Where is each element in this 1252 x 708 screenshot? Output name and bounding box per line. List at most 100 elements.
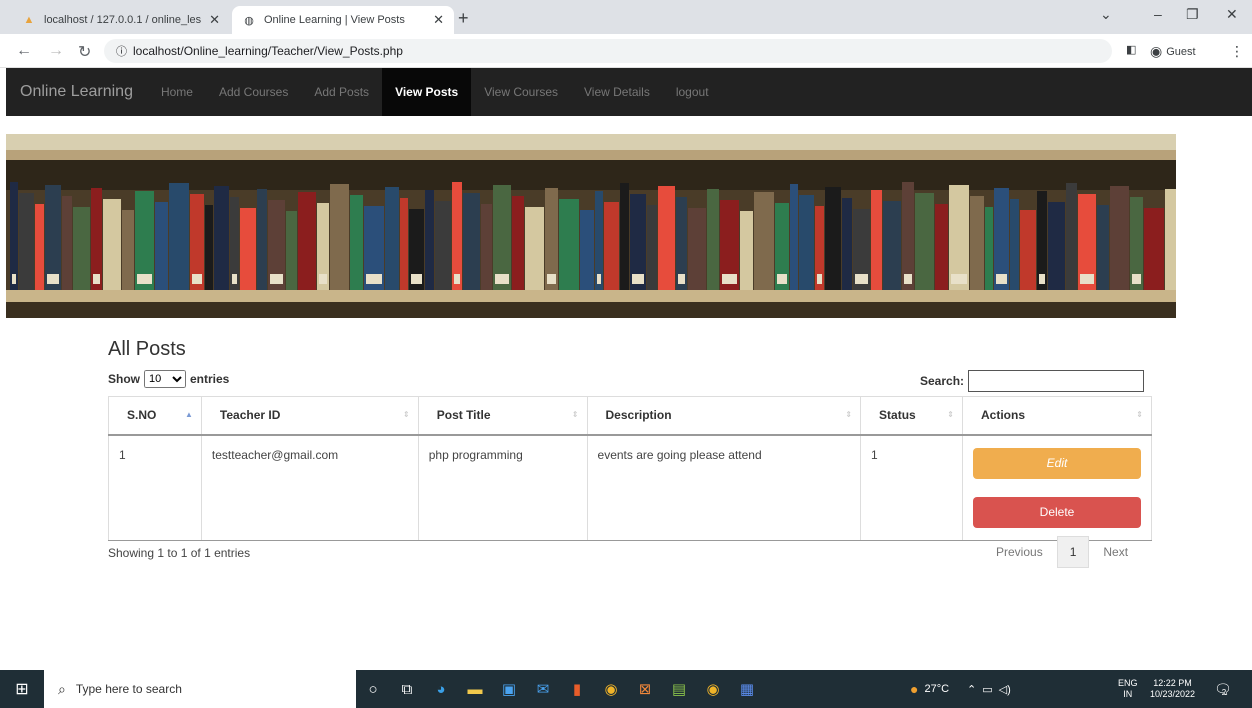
network-icon[interactable]: ▭ [982,683,992,696]
close-tab-icon[interactable]: ✕ [209,12,220,28]
cell-actions: Edit Delete [962,434,1152,541]
menu-kebab-icon[interactable]: ⋮ [1230,43,1244,60]
close-window-icon[interactable]: ✕ [1226,6,1238,23]
table-row: 1 testteacher@gmail.com php programming … [108,434,1152,541]
volume-icon[interactable]: ◁) [999,683,1011,696]
url-bar[interactable]: ⓘ localhost/Online_learning/Teacher/View… [104,39,1112,63]
sort-icon: ⇕ [947,410,954,419]
site-navbar: Online Learning Home Add Courses Add Pos… [6,68,1252,116]
cell-teacher-id: testteacher@gmail.com [200,434,419,541]
search-input[interactable] [968,370,1145,392]
cell-description: events are going please attend [586,434,861,541]
url-text: localhost/Online_learning/Teacher/View_P… [133,44,403,58]
close-tab-icon[interactable]: ✕ [433,12,444,28]
clock[interactable]: 12:22 PM 10/23/2022 [1150,670,1195,708]
tab-phpmyadmin[interactable]: ▲ localhost / 127.0.0.1 / online_les ✕ [12,6,230,34]
browser-tab-bar: ▲ localhost / 127.0.0.1 / online_les ✕ ◍… [0,0,1252,34]
cell-status: 1 [860,434,963,541]
nav-add-posts[interactable]: Add Posts [301,68,382,116]
previous-button[interactable]: Previous [986,536,1053,568]
globe-icon: ◍ [244,14,254,27]
nav-view-posts[interactable]: View Posts [382,68,472,116]
task-view-icon[interactable]: ⧉ [390,670,424,708]
table-info: Showing 1 to 1 of 1 entries [108,546,251,560]
address-bar-row: ← → ↻ ⓘ localhost/Online_learning/Teache… [0,34,1252,68]
store-icon[interactable]: ▣ [492,670,526,708]
column-header-sno[interactable]: S.NO ▲ [108,396,202,436]
next-button[interactable]: Next [1093,536,1138,568]
chrome-icon[interactable]: ◉ [594,670,628,708]
mail-icon[interactable]: ✉ [526,670,560,708]
back-icon[interactable]: ← [16,42,32,60]
tab-title: localhost / 127.0.0.1 / online_les [44,14,202,26]
bookshelf-banner-image [6,134,1176,318]
taskbar-search-placeholder: Type here to search [75,682,182,696]
column-header-teacher-id[interactable]: Teacher ID ⇕ [200,396,419,436]
reload-icon[interactable]: ↻ [78,42,91,62]
avatar-icon: ◉ [1150,43,1163,59]
tab-search-chevron-icon[interactable]: ⌄ [1100,6,1112,23]
show-label: Show [108,372,140,386]
search-icon: ⌕ [58,680,66,697]
column-header-post-title[interactable]: Post Title ⇕ [417,396,588,436]
windows-taskbar: ⊞ ⌕ Type here to search ○ ⧉ ◕ ▬ ▣ ✉ ▮ ◉ … [0,670,1252,708]
system-tray: ● 27°C ⌃ ▭ ◁) [910,670,1011,708]
windows-start-icon[interactable]: ⊞ [0,679,44,699]
brand-link[interactable]: Online Learning [6,83,148,101]
table-header-row: S.NO ▲ Teacher ID ⇕ Post Title ⇕ Descriptio… [108,396,1152,436]
phpmyadmin-icon: ▲ [23,14,35,26]
nav-logout[interactable]: logout [663,68,722,116]
cortana-icon[interactable]: ○ [356,670,390,708]
office-icon[interactable]: ▮ [560,670,594,708]
nav-view-details[interactable]: View Details [571,68,663,116]
minimize-icon[interactable]: – [1154,6,1162,22]
sort-icon: ⇕ [1136,410,1143,419]
column-header-status[interactable]: Status ⇕ [860,396,963,436]
tab-view-posts[interactable]: ◍ Online Learning | View Posts ✕ [232,6,454,34]
new-tab-icon[interactable]: + [458,8,469,29]
weather-icon: ● [910,681,919,697]
forward-icon[interactable]: → [48,42,64,60]
column-header-actions[interactable]: Actions ⇕ [962,396,1152,436]
notification-center-icon[interactable]: 🗨 2 [1214,670,1232,708]
profile-button[interactable]: ◉ Guest [1150,43,1196,60]
entries-label: entries [190,372,230,386]
sort-icon: ⇕ [571,410,579,419]
taskbar-search-box[interactable]: ⌕ Type here to search [44,670,356,708]
nav-home[interactable]: Home [148,68,206,116]
clock-time: 12:22 PM [1153,678,1192,688]
chevron-up-icon[interactable]: ⌃ [967,683,976,696]
clock-date: 10/23/2022 [1150,689,1196,699]
sidepanel-icon[interactable]: ◧ [1126,43,1136,56]
word-icon[interactable]: ▦ [730,670,764,708]
delete-button[interactable]: Delete [973,496,1141,528]
notification-count: 2 [1221,687,1227,697]
edit-button[interactable]: Edit [973,447,1141,479]
cell-post-title: php programming [417,434,588,541]
language-indicator[interactable]: ENG IN [1118,670,1138,708]
nav-view-courses[interactable]: View Courses [471,68,571,116]
file-explorer-icon[interactable]: ▬ [458,670,492,708]
chrome-active-icon[interactable]: ◉ [696,670,730,708]
pagination: Previous 1 Next [986,536,1138,568]
sort-icon: ⇕ [403,410,410,419]
sort-icon: ⇕ [845,410,853,419]
entries-length-select[interactable]: 10 [144,370,186,388]
weather-text[interactable]: 27°C [924,683,949,695]
profile-label: Guest [1166,45,1196,58]
length-control: Show 10 entries [108,370,229,388]
posts-table: S.NO ▲ Teacher ID ⇕ Post Title ⇕ Descriptio… [108,396,1152,541]
nav-add-courses[interactable]: Add Courses [206,68,301,116]
search-label: Search: [920,374,965,388]
column-header-description[interactable]: Description ⇕ [586,396,861,436]
page-button-current[interactable]: 1 [1056,536,1090,568]
info-icon: ⓘ [116,46,127,58]
tab-title: Online Learning | View Posts [264,14,405,26]
sort-asc-icon: ▲ [185,410,193,419]
restore-icon[interactable]: ❐ [1186,6,1199,23]
xampp-icon[interactable]: ⊠ [628,670,662,708]
edge-icon[interactable]: ◕ [424,670,458,708]
cell-sno: 1 [108,434,202,541]
notepad-icon[interactable]: ▤ [662,670,696,708]
page-title: All Posts [108,338,186,360]
